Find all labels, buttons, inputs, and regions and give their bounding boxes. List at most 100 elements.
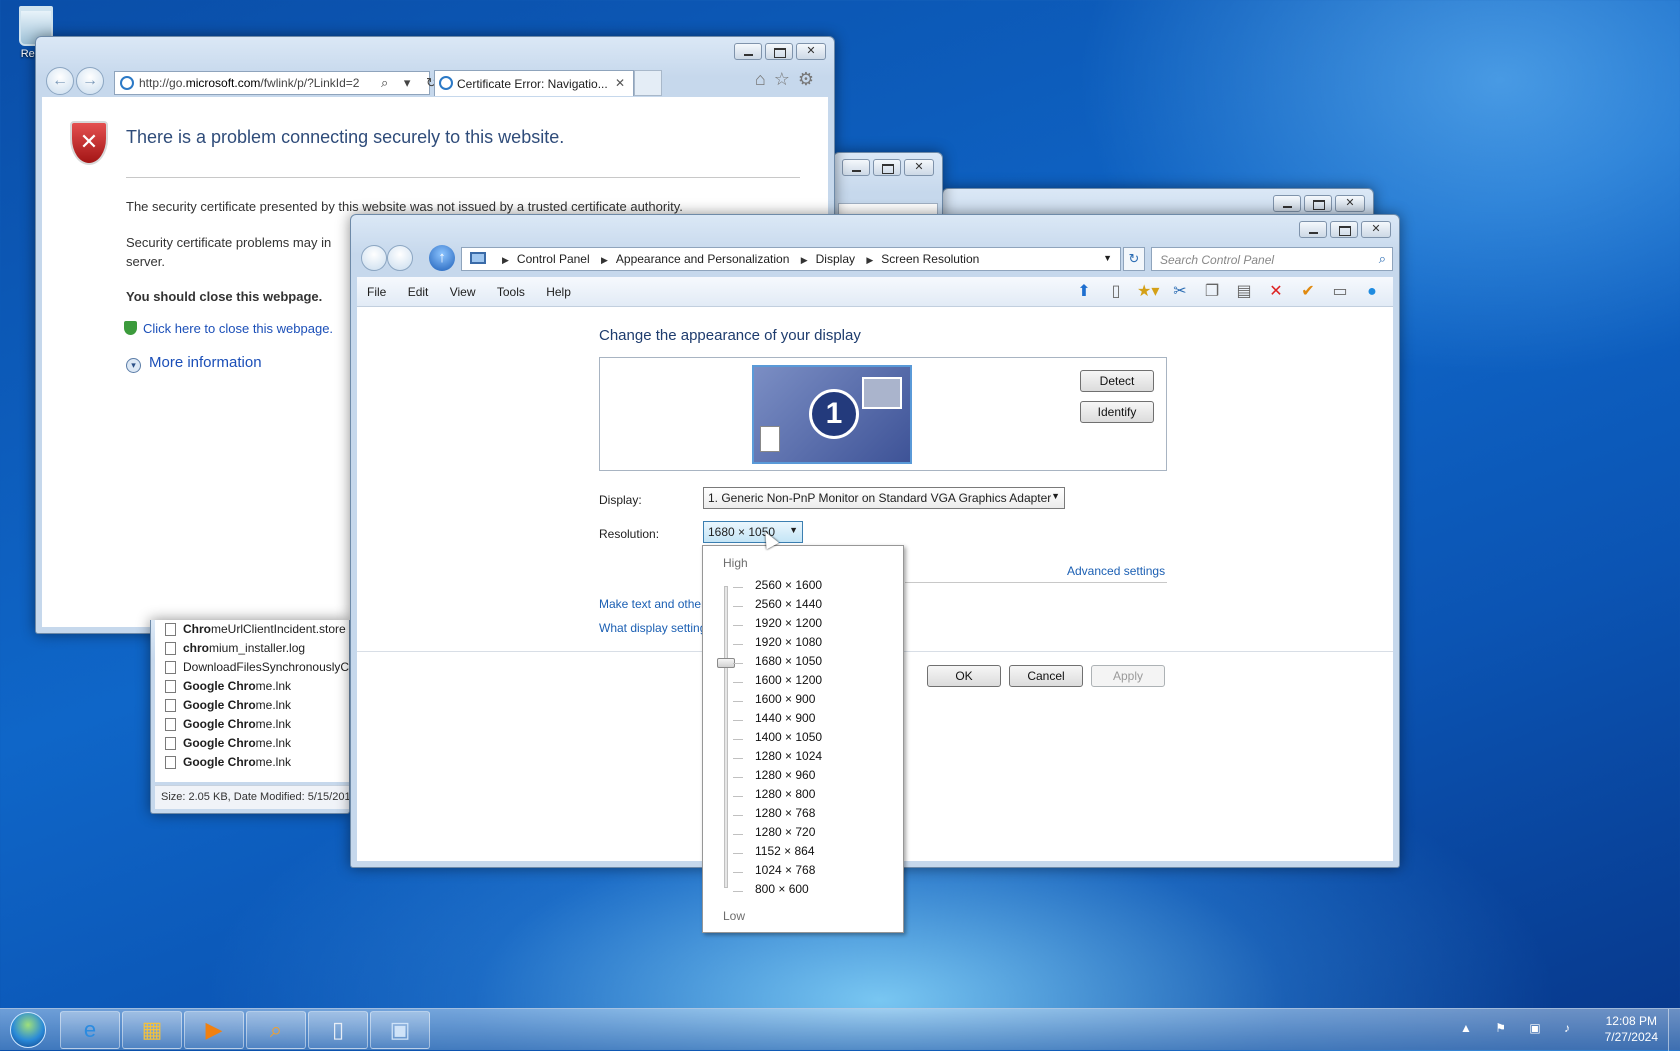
- search-control-panel-input[interactable]: Search Control Panel ⌕: [1151, 247, 1393, 271]
- resolution-option[interactable]: 1280 × 800: [755, 787, 815, 801]
- tab-close-icon[interactable]: ✕: [615, 76, 625, 90]
- resolution-option[interactable]: 2560 × 1600: [755, 578, 822, 592]
- paste-toolbar-icon[interactable]: ▤: [1233, 281, 1255, 303]
- minimize-button[interactable]: [842, 159, 870, 176]
- file-row[interactable]: Google Chrome.lnk: [155, 696, 349, 715]
- cp-back-button[interactable]: [361, 245, 387, 271]
- up-arrow-toolbar-icon[interactable]: ⬆: [1073, 281, 1095, 303]
- breadcrumb-dropdown-icon[interactable]: ▼: [1103, 253, 1112, 263]
- menu-tools[interactable]: Tools: [487, 277, 533, 299]
- properties-toolbar-icon[interactable]: ▭: [1329, 281, 1351, 303]
- taskbar-notepad-icon[interactable]: ▯: [308, 1011, 368, 1049]
- more-information-text[interactable]: More information: [149, 354, 262, 371]
- menu-file[interactable]: File: [357, 277, 394, 299]
- refresh-button[interactable]: ↻: [1123, 247, 1145, 271]
- advanced-settings-link[interactable]: Advanced settings: [1067, 564, 1165, 578]
- menu-edit[interactable]: Edit: [398, 277, 437, 299]
- new-tab-button[interactable]: [634, 70, 662, 96]
- ie-close-button[interactable]: ✕: [796, 43, 826, 60]
- file-row[interactable]: Google Chrome.lnk: [155, 753, 349, 772]
- file-row[interactable]: DownloadFilesSynchronouslyCli: [155, 658, 349, 677]
- cancel-button[interactable]: Cancel: [1009, 665, 1083, 687]
- close-button[interactable]: ✕: [1335, 195, 1365, 212]
- resolution-option[interactable]: 1600 × 900: [755, 692, 815, 706]
- system-tray-icons[interactable]: ▲ ⚑ ▣ ♪: [1460, 1021, 1580, 1035]
- resolution-option[interactable]: 1920 × 1080: [755, 635, 822, 649]
- copy-toolbar-icon[interactable]: ❐: [1201, 281, 1223, 303]
- ie-minimize-button[interactable]: [734, 43, 762, 60]
- resolution-option[interactable]: 1280 × 1024: [755, 749, 822, 763]
- taskbar-explorer-icon[interactable]: ▦: [122, 1011, 182, 1049]
- taskbar-search-icon[interactable]: ⌕: [246, 1011, 306, 1049]
- tab-certificate-error[interactable]: Certificate Error: Navigatio... ✕: [434, 70, 634, 96]
- resolution-option[interactable]: 1280 × 960: [755, 768, 815, 782]
- close-webpage-link[interactable]: Click here to close this webpage.: [124, 319, 333, 338]
- resolution-option[interactable]: 1280 × 768: [755, 806, 815, 820]
- folder-toolbar-icon[interactable]: ★▾: [1137, 281, 1159, 303]
- cut-toolbar-icon[interactable]: ✂: [1169, 281, 1191, 303]
- file-row[interactable]: Google Chrome.lnk: [155, 715, 349, 734]
- resolution-option[interactable]: 1440 × 900: [755, 711, 815, 725]
- display-select[interactable]: 1. Generic Non-PnP Monitor on Standard V…: [703, 487, 1065, 509]
- resolution-option[interactable]: 1400 × 1050: [755, 730, 822, 744]
- up-level-button[interactable]: ↑: [429, 245, 455, 271]
- maximize-button[interactable]: [873, 159, 901, 176]
- make-text-larger-link[interactable]: Make text and other: [599, 597, 705, 611]
- background-window-1[interactable]: ✕: [833, 152, 943, 223]
- monitor-1-preview[interactable]: 1: [752, 365, 912, 464]
- minimize-button[interactable]: [1273, 195, 1301, 212]
- resolution-select[interactable]: 1680 × 1050 ▼: [703, 521, 803, 543]
- breadcrumb-display[interactable]: Display: [816, 252, 855, 266]
- search-icon[interactable]: ⌕: [1379, 251, 1386, 267]
- maximize-button[interactable]: [1304, 195, 1332, 212]
- file-row[interactable]: ChromeUrlClientIncident.store: [155, 620, 349, 639]
- display-settings-help-link[interactable]: What display setting: [599, 621, 706, 635]
- cp-breadcrumb[interactable]: ▶ Control Panel ▶ Appearance and Personali…: [461, 247, 1121, 271]
- resolution-option[interactable]: 1152 × 864: [755, 844, 815, 858]
- resolution-option[interactable]: 800 × 600: [755, 882, 809, 896]
- slider-tick: [733, 682, 743, 683]
- close-webpage-link-text[interactable]: Click here to close this webpage.: [143, 321, 333, 336]
- breadcrumb-appearance[interactable]: Appearance and Personalization: [616, 252, 789, 266]
- pane-toolbar-icon[interactable]: ▯: [1105, 281, 1127, 303]
- resolution-slider-track[interactable]: [724, 586, 728, 888]
- start-button[interactable]: [2, 1009, 52, 1051]
- identify-button[interactable]: Identify: [1080, 401, 1154, 423]
- menu-help[interactable]: Help: [536, 277, 579, 299]
- detect-button[interactable]: Detect: [1080, 370, 1154, 392]
- apply-button[interactable]: Apply: [1091, 665, 1165, 687]
- taskbar-control-panel-icon[interactable]: ▣: [370, 1011, 430, 1049]
- back-button[interactable]: ←: [46, 67, 74, 95]
- ie-maximize-button[interactable]: [765, 43, 793, 60]
- forward-button[interactable]: →: [76, 67, 104, 95]
- home-favorites-tools-icons[interactable]: ⌂☆⚙: [755, 69, 822, 90]
- breadcrumb-control-panel[interactable]: Control Panel: [517, 252, 590, 266]
- delete-toolbar-icon[interactable]: ✕: [1265, 281, 1287, 303]
- file-row[interactable]: Google Chrome.lnk: [155, 677, 349, 696]
- menu-view[interactable]: View: [440, 277, 484, 299]
- resolution-option[interactable]: 1920 × 1200: [755, 616, 822, 630]
- taskbar-clock[interactable]: 12:08 PM 7/27/2024: [1605, 1013, 1658, 1045]
- show-desktop-button[interactable]: [1668, 1009, 1680, 1051]
- taskbar-media-player-icon[interactable]: ▶: [184, 1011, 244, 1049]
- resolution-option[interactable]: 2560 × 1440: [755, 597, 822, 611]
- resolution-option[interactable]: 1024 × 768: [755, 863, 815, 877]
- ok-button[interactable]: OK: [927, 665, 1001, 687]
- cp-close-button[interactable]: ✕: [1361, 221, 1391, 238]
- file-row[interactable]: Google Chrome.lnk: [155, 734, 349, 753]
- cp-minimize-button[interactable]: [1299, 221, 1327, 238]
- cp-forward-button[interactable]: [387, 245, 413, 271]
- explorer-window[interactable]: ChromeUrlClientIncident.store chromium_i…: [150, 620, 350, 814]
- resolution-option[interactable]: 1680 × 1050: [755, 654, 822, 668]
- resolution-option[interactable]: 1600 × 1200: [755, 673, 822, 687]
- taskbar-ie-icon[interactable]: e: [60, 1011, 120, 1049]
- advanced-divider: [905, 582, 1167, 583]
- close-button[interactable]: ✕: [904, 159, 934, 176]
- breadcrumb-screen-resolution[interactable]: Screen Resolution: [881, 252, 979, 266]
- more-information-link[interactable]: ▾ More information: [126, 353, 262, 373]
- cp-maximize-button[interactable]: [1330, 221, 1358, 238]
- globe-toolbar-icon[interactable]: ●: [1361, 281, 1383, 303]
- resolution-option[interactable]: 1280 × 720: [755, 825, 815, 839]
- file-row[interactable]: chromium_installer.log: [155, 639, 349, 658]
- checkmark-toolbar-icon[interactable]: ✔: [1297, 281, 1319, 303]
